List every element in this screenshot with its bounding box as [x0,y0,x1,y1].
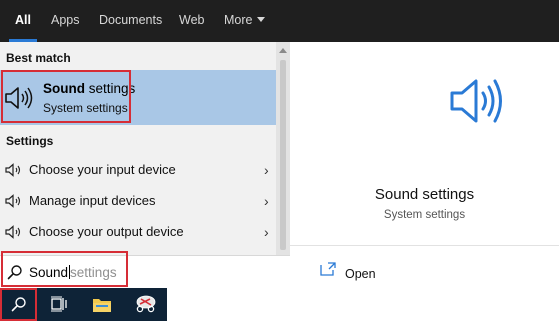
speaker-icon [5,225,21,239]
best-match-annotation-frame [1,70,131,123]
task-view-icon [51,296,67,312]
settings-item-label: Choose your output device [29,224,184,239]
speaker-icon [450,79,502,123]
settings-heading: Settings [6,134,54,148]
scroll-thumb[interactable] [280,60,286,250]
tab-documents[interactable]: Documents [99,0,162,42]
snipping-tool-icon [136,295,156,313]
speaker-icon [5,163,21,177]
best-match-heading: Best match [6,51,71,65]
preview-subtitle: System settings [383,209,466,221]
settings-item-manage-input[interactable]: Manage input devices › [0,185,276,216]
caret-down-icon [257,17,266,23]
chevron-right-icon: › [264,193,269,209]
preview-divider [290,245,559,246]
settings-item-choose-output[interactable]: Choose your output device › [0,216,276,247]
file-explorer-icon [93,299,111,312]
search-annotation-frame [1,251,128,287]
taskbar-snipping-tool-button[interactable] [128,288,163,321]
results-scrollbar[interactable] [276,42,290,255]
open-icon [320,262,336,276]
settings-item-label: Choose your input device [29,162,176,177]
settings-item-choose-input[interactable]: Choose your input device › [0,154,276,185]
tab-web[interactable]: Web [179,0,204,42]
tab-more[interactable]: More [224,0,266,42]
settings-item-label: Manage input devices [29,193,156,208]
tab-all[interactable]: All [9,0,37,42]
chevron-right-icon: › [264,162,269,178]
taskbar-file-explorer-button[interactable] [84,288,119,321]
open-action-label: Open [345,267,376,281]
preview-title: Sound settings [374,186,475,203]
preview-panel: Sound settings System settings Open [290,42,559,321]
chevron-right-icon: › [264,224,269,240]
taskbar-task-view-button[interactable] [41,288,76,321]
speaker-icon [5,194,21,208]
taskbar-search-annotation-frame [0,288,37,321]
tab-apps[interactable]: Apps [51,0,80,42]
scroll-up-icon[interactable] [279,48,287,53]
search-filter-bar: All Apps Documents Web More [0,0,559,42]
